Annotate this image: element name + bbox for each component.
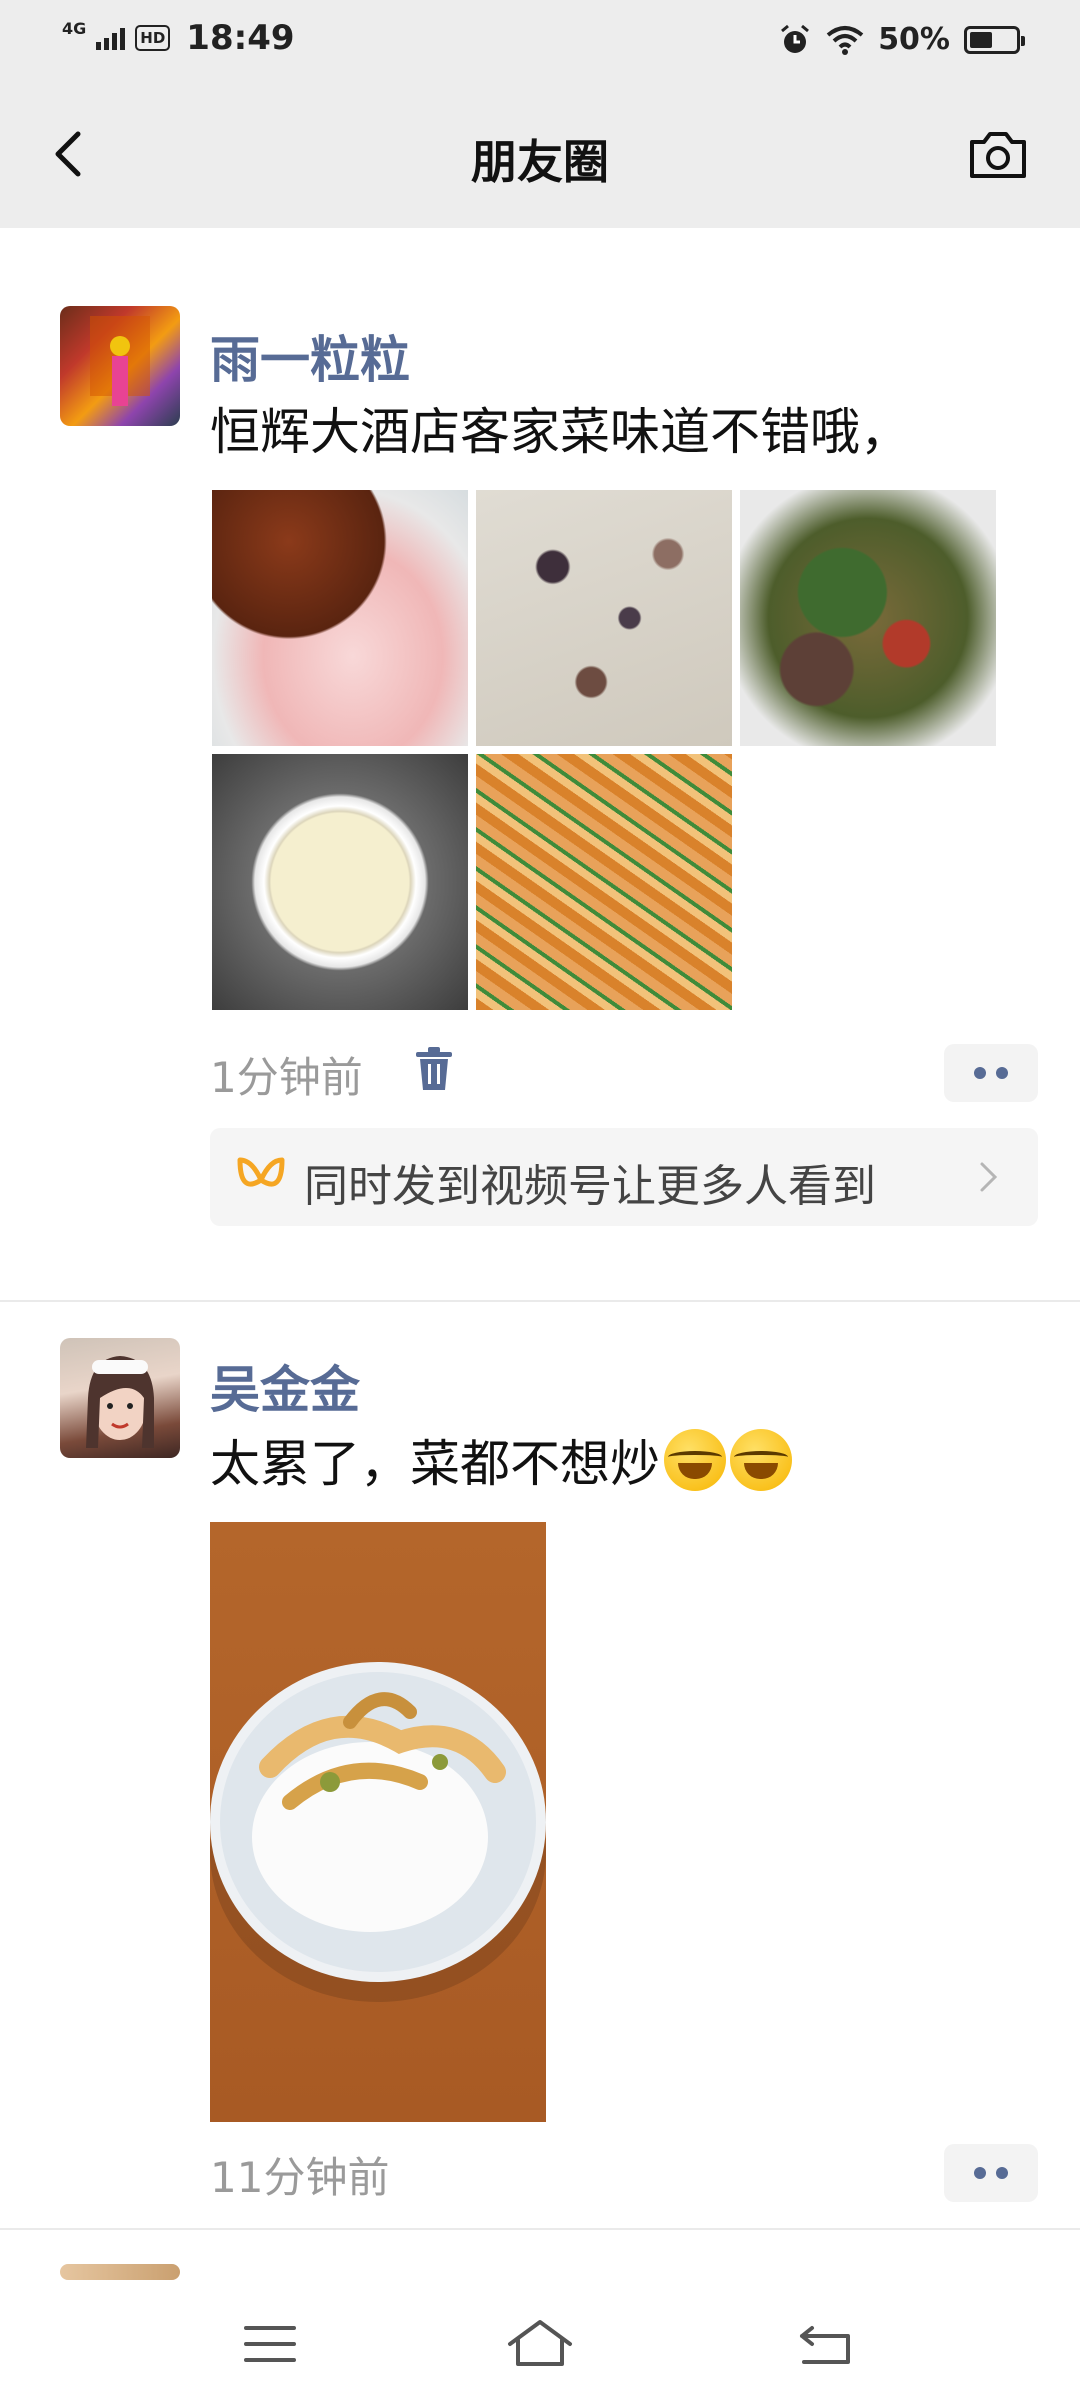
photo-thumbnail[interactable] — [476, 490, 732, 746]
page-title: 朋友圈 — [471, 135, 609, 189]
post-text: 恒辉大酒店客家菜味道不错哦， — [210, 403, 910, 461]
menu-icon[interactable] — [234, 2314, 306, 2374]
photo-thumbnail[interactable] — [212, 490, 468, 746]
back-icon[interactable] — [790, 2314, 862, 2374]
dot — [996, 2167, 1008, 2179]
photo-content — [210, 1662, 546, 2002]
laughing-crying-emoji-icon — [730, 1429, 792, 1491]
dot — [974, 2167, 986, 2179]
post-text-content: 太累了，菜都不想炒 — [210, 1435, 660, 1493]
avatar[interactable] — [60, 306, 180, 426]
avatar-person — [86, 1356, 154, 1448]
wifi-icon — [826, 25, 864, 55]
post-time: 1分钟前 — [210, 1053, 363, 1102]
channels-icon — [237, 1157, 285, 1187]
author-name[interactable]: 雨一粒粒 — [210, 320, 410, 392]
post-time: 11分钟前 — [210, 2153, 390, 2202]
alarm-icon — [781, 24, 810, 53]
avatar[interactable] — [60, 1338, 180, 1458]
moment-post: 吴金金 太累了，菜都不想炒 11分钟前 — [0, 1302, 1080, 2232]
moment-post: 雨一粒粒 恒辉大酒店客家菜味道不错哦， 1分钟前 同时发到视频号让更多人看到 — [0, 228, 1080, 1298]
laughing-crying-emoji-icon — [664, 1429, 726, 1491]
network-type: 4G — [62, 18, 87, 38]
photo-single[interactable] — [210, 1522, 546, 2122]
signal-icon — [96, 26, 126, 50]
photo-thumbnail[interactable] — [212, 754, 468, 1010]
channels-promo[interactable]: 同时发到视频号让更多人看到 — [210, 1128, 1038, 1226]
status-right: 50% — [778, 22, 1025, 57]
more-button[interactable] — [944, 2144, 1038, 2202]
chevron-right-icon — [980, 1162, 998, 1192]
hd-badge: HD — [135, 25, 171, 51]
battery-icon — [964, 25, 1025, 54]
status-left: 4G HD 18:49 — [62, 18, 295, 58]
post-text: 太累了，菜都不想炒 — [210, 1424, 792, 1496]
status-bar: 4G HD 18:49 50% — [0, 0, 1080, 80]
battery-percent: 50% — [878, 22, 950, 57]
system-navigation-bar — [0, 2280, 1080, 2408]
dot — [996, 1067, 1008, 1079]
trash-icon[interactable] — [414, 1046, 454, 1092]
avatar-person — [90, 316, 150, 406]
dot — [974, 1067, 986, 1079]
status-time: 18:49 — [186, 18, 295, 58]
nav-bar: 朋友圈 — [0, 80, 1080, 228]
photo-thumbnail[interactable] — [740, 490, 996, 746]
photo-thumbnail[interactable] — [476, 754, 732, 1010]
more-button[interactable] — [944, 1044, 1038, 1102]
home-icon[interactable] — [504, 2314, 576, 2374]
promo-text: 同时发到视频号让更多人看到 — [304, 1161, 876, 1212]
camera-icon[interactable] — [966, 124, 1030, 184]
avatar[interactable] — [60, 2264, 180, 2280]
author-name[interactable]: 吴金金 — [210, 1350, 360, 1422]
divider — [0, 2228, 1080, 2230]
